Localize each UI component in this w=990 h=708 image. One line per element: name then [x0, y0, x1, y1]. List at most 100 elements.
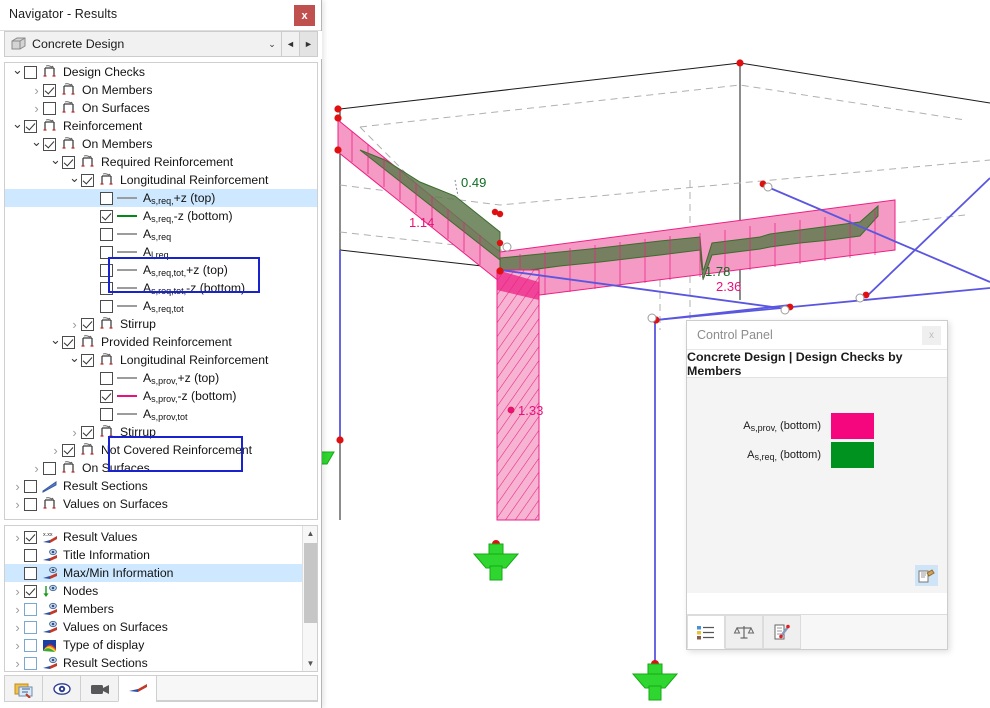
tree-row[interactable]: › On Members: [5, 81, 317, 99]
tree-row[interactable]: As,req,tot,-z (bottom): [5, 279, 317, 297]
tree-row[interactable]: › On Surfaces: [5, 99, 317, 117]
tree-checkbox[interactable]: [24, 497, 37, 511]
chevron-down-icon[interactable]: ⌄: [11, 116, 24, 135]
chevron-right-icon[interactable]: ›: [11, 636, 24, 654]
tree-row[interactable]: ⌄ Provided Reinforcement: [5, 332, 317, 351]
tree-checkbox[interactable]: [24, 566, 37, 580]
tree-checkbox[interactable]: [24, 584, 37, 598]
tree-checkbox[interactable]: [100, 227, 113, 241]
tree-checkbox[interactable]: [24, 65, 37, 79]
tab-camera[interactable]: [80, 675, 118, 702]
chevron-right-icon[interactable]: ›: [11, 528, 24, 546]
chevron-down-icon[interactable]: ⌄: [11, 63, 24, 81]
tree-checkbox[interactable]: [100, 389, 113, 403]
display-options-tree[interactable]: › x.xx Result Values Title Information Max/M…: [4, 525, 318, 672]
tree-row[interactable]: Al,req: [5, 243, 317, 261]
tree-row[interactable]: Title Information: [5, 546, 317, 564]
tree-row[interactable]: ⌄ On Members: [5, 134, 317, 153]
chevron-right-icon[interactable]: ›: [30, 99, 43, 117]
chevron-right-icon[interactable]: ›: [68, 423, 81, 441]
tree-row[interactable]: › Members: [5, 600, 317, 618]
tree-checkbox[interactable]: [24, 119, 37, 133]
chevron-right-icon[interactable]: ›: [30, 81, 43, 99]
tree-checkbox[interactable]: [81, 317, 94, 331]
prev-icon[interactable]: ◄: [281, 32, 299, 56]
tab-results[interactable]: [118, 675, 156, 702]
tree-checkbox[interactable]: [24, 638, 37, 652]
tree-checkbox[interactable]: [43, 83, 56, 97]
tree-row[interactable]: As,prov,tot: [5, 405, 317, 423]
chevron-down-icon[interactable]: ⌄: [68, 350, 81, 369]
tab-edit-values[interactable]: [763, 615, 801, 649]
tree-row[interactable]: › Stirrup: [5, 315, 317, 333]
tree-checkbox[interactable]: [100, 191, 113, 205]
color-picker-icon[interactable]: [915, 565, 938, 586]
tree-checkbox[interactable]: [62, 155, 75, 169]
chevron-right-icon[interactable]: ›: [68, 315, 81, 333]
tree-row[interactable]: › On Surfaces: [5, 459, 317, 477]
tab-scales[interactable]: [725, 615, 763, 649]
tree-row[interactable]: As,req,tot,+z (top): [5, 261, 317, 279]
tree-checkbox[interactable]: [24, 602, 37, 616]
tree-row[interactable]: Max/Min Information: [5, 564, 317, 582]
tree-checkbox[interactable]: [100, 263, 113, 277]
tree-row[interactable]: › Result Sections: [5, 654, 317, 671]
results-tree[interactable]: ⌄ Design Checks › On Members › On Surfaces ⌄ Re…: [4, 62, 318, 520]
tree-row[interactable]: › Stirrup: [5, 423, 317, 441]
chevron-right-icon[interactable]: ›: [11, 495, 24, 513]
tree-checkbox[interactable]: [62, 443, 75, 457]
control-panel-tabbar[interactable]: [687, 614, 947, 649]
tree-row[interactable]: ⌄ Longitudinal Reinforcement: [5, 170, 317, 189]
tab-views[interactable]: [42, 675, 80, 702]
tab-legend-list[interactable]: [687, 615, 725, 649]
tree-checkbox[interactable]: [43, 137, 56, 151]
tree-checkbox[interactable]: [62, 335, 75, 349]
scrollbar-thumb[interactable]: [304, 543, 317, 623]
tree-checkbox[interactable]: [100, 299, 113, 313]
tree-row[interactable]: › Values on Surfaces: [5, 495, 317, 513]
tree-checkbox[interactable]: [100, 371, 113, 385]
tree-row[interactable]: › Not Covered Reinforcement: [5, 441, 317, 459]
tree-row[interactable]: As,req,-z (bottom): [5, 207, 317, 225]
close-icon[interactable]: x: [294, 5, 315, 26]
close-icon[interactable]: x: [922, 326, 941, 345]
scroll-down-icon[interactable]: ▼: [303, 656, 317, 671]
chevron-down-icon[interactable]: ⌄: [263, 32, 281, 56]
tree-row[interactable]: ⌄ Required Reinforcement: [5, 152, 317, 171]
tree-row[interactable]: ⌄ Design Checks: [5, 63, 317, 81]
tree-row[interactable]: As,req,+z (top): [5, 189, 317, 207]
chevron-right-icon[interactable]: ›: [30, 459, 43, 477]
tree-checkbox[interactable]: [24, 548, 37, 562]
tree-row[interactable]: As,req: [5, 225, 317, 243]
tree-row[interactable]: › Nodes: [5, 582, 317, 600]
chevron-down-icon[interactable]: ⌄: [68, 170, 81, 189]
tree-row[interactable]: › x.xx Result Values: [5, 528, 317, 546]
tree-checkbox[interactable]: [24, 479, 37, 493]
tree-row[interactable]: ⌄ Longitudinal Reinforcement: [5, 350, 317, 369]
chevron-right-icon[interactable]: ›: [11, 654, 24, 671]
tree-row[interactable]: ⌄ Reinforcement: [5, 116, 317, 135]
chevron-right-icon[interactable]: ›: [11, 618, 24, 636]
tree-checkbox[interactable]: [43, 461, 56, 475]
chevron-right-icon[interactable]: ›: [49, 441, 62, 459]
navigator-module-selector[interactable]: Concrete Design ⌄ ◄ ►: [4, 31, 318, 57]
tab-project-navigator[interactable]: [4, 675, 42, 702]
chevron-right-icon[interactable]: ›: [11, 600, 24, 618]
tree-checkbox[interactable]: [100, 245, 113, 259]
chevron-right-icon[interactable]: ›: [11, 582, 24, 600]
tree-checkbox[interactable]: [24, 656, 37, 670]
tree-checkbox[interactable]: [100, 407, 113, 421]
scroll-up-icon[interactable]: ▲: [303, 526, 317, 541]
display-tree-scrollbar[interactable]: ▲ ▼: [302, 526, 317, 671]
tree-row[interactable]: As,req,tot: [5, 297, 317, 315]
tree-row[interactable]: › Values on Surfaces: [5, 618, 317, 636]
tree-row[interactable]: › Type of display: [5, 636, 317, 654]
tree-checkbox[interactable]: [100, 281, 113, 295]
tree-row[interactable]: As,prov,-z (bottom): [5, 387, 317, 405]
next-icon[interactable]: ►: [299, 32, 317, 56]
tree-checkbox[interactable]: [43, 101, 56, 115]
tree-checkbox[interactable]: [81, 173, 94, 187]
chevron-down-icon[interactable]: ⌄: [49, 152, 62, 171]
tree-checkbox[interactable]: [24, 530, 37, 544]
chevron-down-icon[interactable]: ⌄: [49, 332, 62, 351]
